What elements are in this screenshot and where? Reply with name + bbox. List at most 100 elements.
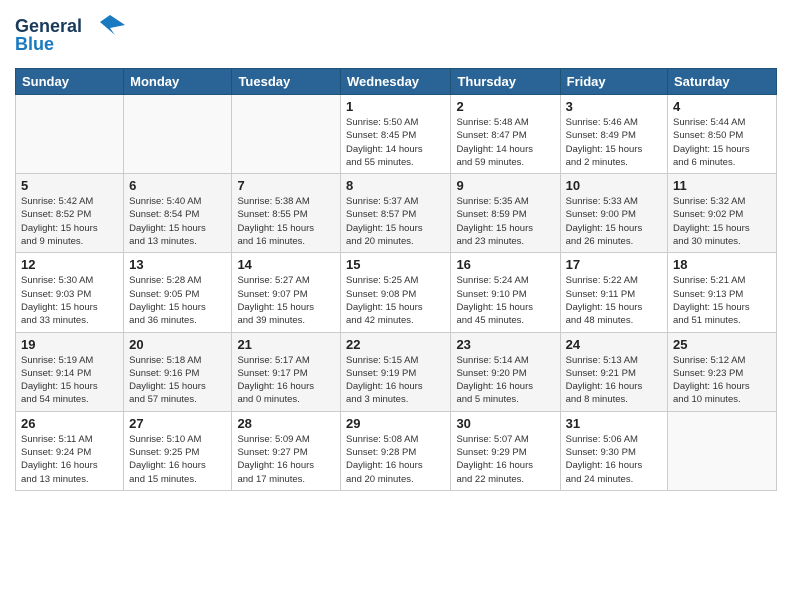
day-number: 6 — [129, 178, 226, 193]
calendar-cell: 11 Sunrise: 5:32 AM Sunset: 9:02 PM Dayli… — [668, 174, 777, 253]
day-number: 1 — [346, 99, 445, 114]
day-info: Sunrise: 5:32 AM Sunset: 9:02 PM Dayligh… — [673, 195, 771, 248]
calendar-cell: 15 Sunrise: 5:25 AM Sunset: 9:08 PM Dayli… — [341, 253, 451, 332]
day-info: Sunrise: 5:27 AM Sunset: 9:07 PM Dayligh… — [237, 274, 335, 327]
day-number: 29 — [346, 416, 445, 431]
calendar-table: SundayMondayTuesdayWednesdayThursdayFrid… — [15, 68, 777, 491]
day-number: 18 — [673, 257, 771, 272]
day-info: Sunrise: 5:37 AM Sunset: 8:57 PM Dayligh… — [346, 195, 445, 248]
day-number: 22 — [346, 337, 445, 352]
day-number: 19 — [21, 337, 118, 352]
calendar-cell: 19 Sunrise: 5:19 AM Sunset: 9:14 PM Dayli… — [16, 332, 124, 411]
day-info: Sunrise: 5:50 AM Sunset: 8:45 PM Dayligh… — [346, 116, 445, 169]
day-info: Sunrise: 5:08 AM Sunset: 9:28 PM Dayligh… — [346, 433, 445, 486]
calendar-cell: 13Sunrise: 5:28 AM Sunset: 9:05 PM Dayli… — [124, 253, 232, 332]
day-number: 7 — [237, 178, 335, 193]
calendar-cell: 21Sunrise: 5:17 AM Sunset: 9:17 PM Dayli… — [232, 332, 341, 411]
header: General Blue — [15, 10, 777, 60]
day-number: 11 — [673, 178, 771, 193]
weekday-header-thursday: Thursday — [451, 69, 560, 95]
weekday-header-saturday: Saturday — [668, 69, 777, 95]
calendar-cell: 10 Sunrise: 5:33 AM Sunset: 9:00 PM Dayli… — [560, 174, 667, 253]
weekday-header-row: SundayMondayTuesdayWednesdayThursdayFrid… — [16, 69, 777, 95]
day-number: 8 — [346, 178, 445, 193]
day-number: 24 — [566, 337, 662, 352]
calendar-cell: 25 Sunrise: 5:12 AM Sunset: 9:23 PM Dayli… — [668, 332, 777, 411]
calendar-cell: 5Sunrise: 5:42 AM Sunset: 8:52 PM Daylig… — [16, 174, 124, 253]
calendar-cell: 26Sunrise: 5:11 AM Sunset: 9:24 PM Dayli… — [16, 411, 124, 490]
day-number: 10 — [566, 178, 662, 193]
logo-text: General Blue — [15, 10, 125, 60]
day-info: Sunrise: 5:24 AM Sunset: 9:10 PM Dayligh… — [456, 274, 554, 327]
day-info: Sunrise: 5:13 AM Sunset: 9:21 PM Dayligh… — [566, 354, 662, 407]
calendar-cell: 29 Sunrise: 5:08 AM Sunset: 9:28 PM Dayli… — [341, 411, 451, 490]
weekday-header-tuesday: Tuesday — [232, 69, 341, 95]
day-info: Sunrise: 5:42 AM Sunset: 8:52 PM Dayligh… — [21, 195, 118, 248]
day-info: Sunrise: 5:19 AM Sunset: 9:14 PM Dayligh… — [21, 354, 118, 407]
day-info: Sunrise: 5:46 AM Sunset: 8:49 PM Dayligh… — [566, 116, 662, 169]
day-info: Sunrise: 5:06 AM Sunset: 9:30 PM Dayligh… — [566, 433, 662, 486]
day-number: 3 — [566, 99, 662, 114]
day-number: 17 — [566, 257, 662, 272]
day-number: 23 — [456, 337, 554, 352]
calendar-cell: 28Sunrise: 5:09 AM Sunset: 9:27 PM Dayli… — [232, 411, 341, 490]
day-info: Sunrise: 5:21 AM Sunset: 9:13 PM Dayligh… — [673, 274, 771, 327]
calendar-cell — [124, 95, 232, 174]
calendar-cell: 18 Sunrise: 5:21 AM Sunset: 9:13 PM Dayli… — [668, 253, 777, 332]
day-info: Sunrise: 5:12 AM Sunset: 9:23 PM Dayligh… — [673, 354, 771, 407]
calendar-cell: 1 Sunrise: 5:50 AM Sunset: 8:45 PM Daylig… — [341, 95, 451, 174]
logo: General Blue — [15, 10, 125, 60]
svg-text:Blue: Blue — [15, 34, 54, 54]
day-number: 25 — [673, 337, 771, 352]
calendar-week-4: 19 Sunrise: 5:19 AM Sunset: 9:14 PM Dayli… — [16, 332, 777, 411]
day-info: Sunrise: 5:07 AM Sunset: 9:29 PM Dayligh… — [456, 433, 554, 486]
calendar-cell: 4Sunrise: 5:44 AM Sunset: 8:50 PM Daylig… — [668, 95, 777, 174]
calendar-cell — [16, 95, 124, 174]
day-number: 15 — [346, 257, 445, 272]
calendar-cell: 7 Sunrise: 5:38 AM Sunset: 8:55 PM Daylig… — [232, 174, 341, 253]
day-info: Sunrise: 5:14 AM Sunset: 9:20 PM Dayligh… — [456, 354, 554, 407]
day-number: 30 — [456, 416, 554, 431]
day-info: Sunrise: 5:17 AM Sunset: 9:17 PM Dayligh… — [237, 354, 335, 407]
day-number: 26 — [21, 416, 118, 431]
calendar-cell: 14 Sunrise: 5:27 AM Sunset: 9:07 PM Dayli… — [232, 253, 341, 332]
calendar-cell: 22Sunrise: 5:15 AM Sunset: 9:19 PM Dayli… — [341, 332, 451, 411]
calendar-cell: 20Sunrise: 5:18 AM Sunset: 9:16 PM Dayli… — [124, 332, 232, 411]
day-info: Sunrise: 5:38 AM Sunset: 8:55 PM Dayligh… — [237, 195, 335, 248]
calendar-cell: 9Sunrise: 5:35 AM Sunset: 8:59 PM Daylig… — [451, 174, 560, 253]
day-number: 27 — [129, 416, 226, 431]
calendar-cell: 27Sunrise: 5:10 AM Sunset: 9:25 PM Dayli… — [124, 411, 232, 490]
calendar-cell: 30 Sunrise: 5:07 AM Sunset: 9:29 PM Dayli… — [451, 411, 560, 490]
day-info: Sunrise: 5:33 AM Sunset: 9:00 PM Dayligh… — [566, 195, 662, 248]
calendar-cell: 24 Sunrise: 5:13 AM Sunset: 9:21 PM Dayli… — [560, 332, 667, 411]
calendar-week-1: 1 Sunrise: 5:50 AM Sunset: 8:45 PM Daylig… — [16, 95, 777, 174]
calendar-cell — [668, 411, 777, 490]
day-number: 12 — [21, 257, 118, 272]
calendar-cell — [232, 95, 341, 174]
calendar-cell: 23 Sunrise: 5:14 AM Sunset: 9:20 PM Dayli… — [451, 332, 560, 411]
calendar-week-2: 5Sunrise: 5:42 AM Sunset: 8:52 PM Daylig… — [16, 174, 777, 253]
calendar-cell: 12Sunrise: 5:30 AM Sunset: 9:03 PM Dayli… — [16, 253, 124, 332]
day-info: Sunrise: 5:18 AM Sunset: 9:16 PM Dayligh… — [129, 354, 226, 407]
page-container: General Blue SundayMondayTuesdayWednesda… — [0, 0, 792, 501]
calendar-cell: 17 Sunrise: 5:22 AM Sunset: 9:11 PM Dayli… — [560, 253, 667, 332]
weekday-header-friday: Friday — [560, 69, 667, 95]
weekday-header-sunday: Sunday — [16, 69, 124, 95]
calendar-cell: 6 Sunrise: 5:40 AM Sunset: 8:54 PM Daylig… — [124, 174, 232, 253]
day-number: 4 — [673, 99, 771, 114]
day-info: Sunrise: 5:28 AM Sunset: 9:05 PM Dayligh… — [129, 274, 226, 327]
calendar-cell: 2 Sunrise: 5:48 AM Sunset: 8:47 PM Daylig… — [451, 95, 560, 174]
calendar-cell: 3 Sunrise: 5:46 AM Sunset: 8:49 PM Daylig… — [560, 95, 667, 174]
weekday-header-monday: Monday — [124, 69, 232, 95]
day-info: Sunrise: 5:48 AM Sunset: 8:47 PM Dayligh… — [456, 116, 554, 169]
calendar-week-5: 26Sunrise: 5:11 AM Sunset: 9:24 PM Dayli… — [16, 411, 777, 490]
day-info: Sunrise: 5:22 AM Sunset: 9:11 PM Dayligh… — [566, 274, 662, 327]
day-info: Sunrise: 5:40 AM Sunset: 8:54 PM Dayligh… — [129, 195, 226, 248]
day-number: 28 — [237, 416, 335, 431]
day-number: 14 — [237, 257, 335, 272]
day-number: 9 — [456, 178, 554, 193]
weekday-header-wednesday: Wednesday — [341, 69, 451, 95]
calendar-cell: 8 Sunrise: 5:37 AM Sunset: 8:57 PM Daylig… — [341, 174, 451, 253]
day-info: Sunrise: 5:25 AM Sunset: 9:08 PM Dayligh… — [346, 274, 445, 327]
day-number: 2 — [456, 99, 554, 114]
